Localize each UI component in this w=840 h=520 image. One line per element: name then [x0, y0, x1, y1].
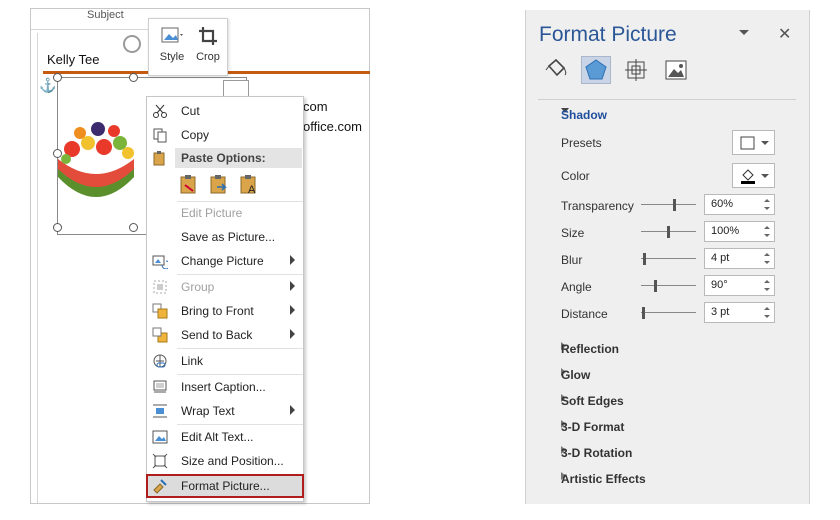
angle-spinner[interactable]: 90°: [704, 275, 775, 296]
resize-handle[interactable]: [129, 223, 138, 232]
menu-item-bring-to-front[interactable]: Bring to Front: [147, 300, 303, 322]
pane-divider: [538, 99, 796, 100]
paste-options-header: Paste Options:: [175, 148, 302, 168]
crop-button[interactable]: Crop: [191, 25, 225, 73]
presets-label: Presets: [561, 136, 602, 150]
resize-handle[interactable]: [53, 73, 62, 82]
menu-separator: [177, 424, 303, 425]
change-picture-icon: [152, 255, 168, 269]
blur-slider[interactable]: [641, 252, 696, 266]
distance-spinner[interactable]: 3 pt: [704, 302, 775, 323]
subject-label: Subject: [87, 9, 124, 21]
pane-title: Format Picture: [539, 23, 677, 46]
angle-label: Angle: [561, 280, 592, 294]
size-slider[interactable]: [641, 225, 696, 239]
submenu-arrow-icon: [290, 305, 295, 315]
submenu-arrow-icon: [290, 329, 295, 339]
send-to-back-icon: [152, 327, 168, 343]
menu-separator: [177, 274, 303, 275]
size-position-icon: [152, 453, 168, 469]
menu-item-send-to-back[interactable]: Send to Back: [147, 324, 303, 346]
distance-slider[interactable]: [641, 306, 696, 320]
transparency-spinner[interactable]: 60%: [704, 194, 775, 215]
menu-separator: [177, 374, 303, 375]
crop-icon: [199, 27, 217, 45]
body-text-line: com: [303, 99, 328, 114]
fill-line-icon: [545, 58, 567, 77]
paste-icon: [153, 151, 165, 166]
paste-options-row: A: [179, 173, 279, 197]
distance-label: Distance: [561, 307, 608, 321]
style-icon: [161, 27, 183, 43]
insert-caption-icon: [153, 380, 167, 393]
link-icon: [153, 354, 167, 368]
tab-picture[interactable]: [661, 56, 691, 84]
effects-icon: [585, 59, 607, 80]
resize-handle[interactable]: [53, 149, 62, 158]
menu-item-format-picture[interactable]: Format Picture...: [146, 474, 304, 498]
menu-item-wrap-text[interactable]: Wrap Text: [147, 400, 303, 422]
bring-to-front-icon: [152, 303, 168, 319]
format-picture-icon: [153, 479, 167, 494]
transparency-slider[interactable]: [641, 198, 696, 212]
submenu-arrow-icon: [290, 255, 295, 265]
menu-item-group: Group: [147, 276, 303, 298]
menu-item-link[interactable]: Link: [147, 350, 303, 372]
menu-item-size-and-position[interactable]: Size and Position...: [147, 450, 303, 472]
paste-picture-icon[interactable]: [209, 173, 229, 195]
paste-text-only-icon[interactable]: A: [239, 173, 259, 195]
menu-item-insert-caption[interactable]: Insert Caption...: [147, 376, 303, 398]
transparency-label: Transparency: [561, 199, 634, 213]
format-picture-pane: Format Picture ✕ Shadow Presets Color Tr…: [525, 10, 810, 504]
pane-options-dropdown-icon[interactable]: [739, 30, 749, 35]
context-menu: Cut Copy Paste Options: A Edit Picture S…: [146, 96, 304, 502]
mini-toolbar: Style Crop: [148, 18, 228, 76]
picture-icon: [665, 60, 687, 80]
layout-properties-icon: [625, 59, 647, 81]
color-dropdown[interactable]: [732, 163, 775, 188]
blur-spinner[interactable]: 4 pt: [704, 248, 775, 269]
rotate-handle-icon[interactable]: [123, 35, 141, 53]
alt-text-icon: [152, 430, 168, 444]
body-text-line: office.com: [303, 119, 363, 134]
size-spinner[interactable]: 100%: [704, 221, 775, 242]
tab-effects[interactable]: [581, 56, 611, 84]
resize-handle[interactable]: [129, 73, 138, 82]
submenu-arrow-icon: [290, 405, 295, 415]
close-icon[interactable]: ✕: [778, 24, 791, 44]
blur-label: Blur: [561, 253, 583, 267]
group-icon: [153, 280, 167, 294]
tab-layout-properties[interactable]: [621, 56, 651, 84]
shadow-preset-icon: [740, 136, 755, 150]
color-label: Color: [561, 169, 590, 183]
chevron-down-icon: [761, 141, 769, 145]
copy-icon: [153, 128, 167, 143]
menu-item-cut[interactable]: Cut: [147, 100, 303, 122]
menu-item-edit-picture: Edit Picture: [181, 206, 243, 220]
sender-name: Kelly Tee: [47, 52, 100, 67]
menu-item-edit-alt-text[interactable]: Edit Alt Text...: [147, 426, 303, 448]
menu-item-copy[interactable]: Copy: [147, 124, 303, 146]
angle-slider[interactable]: [641, 279, 696, 293]
resize-handle[interactable]: [53, 223, 62, 232]
submenu-arrow-icon: [290, 281, 295, 291]
chevron-down-icon: [761, 174, 769, 178]
menu-item-change-picture[interactable]: Change Picture: [147, 250, 303, 272]
menu-item-save-as-picture[interactable]: Save as Picture...: [147, 226, 303, 248]
paint-bucket-icon: [741, 169, 755, 184]
svg-text:A: A: [248, 184, 256, 195]
scissors-icon: [153, 104, 167, 118]
wrap-text-icon: [153, 404, 167, 418]
style-button[interactable]: Style: [155, 25, 189, 73]
size-label: Size: [561, 226, 585, 240]
paste-keep-formatting-icon[interactable]: [179, 173, 199, 195]
menu-separator: [177, 348, 303, 349]
tab-fill-line[interactable]: [541, 56, 571, 84]
subject-divider: [31, 29, 149, 30]
presets-dropdown[interactable]: [732, 130, 775, 155]
